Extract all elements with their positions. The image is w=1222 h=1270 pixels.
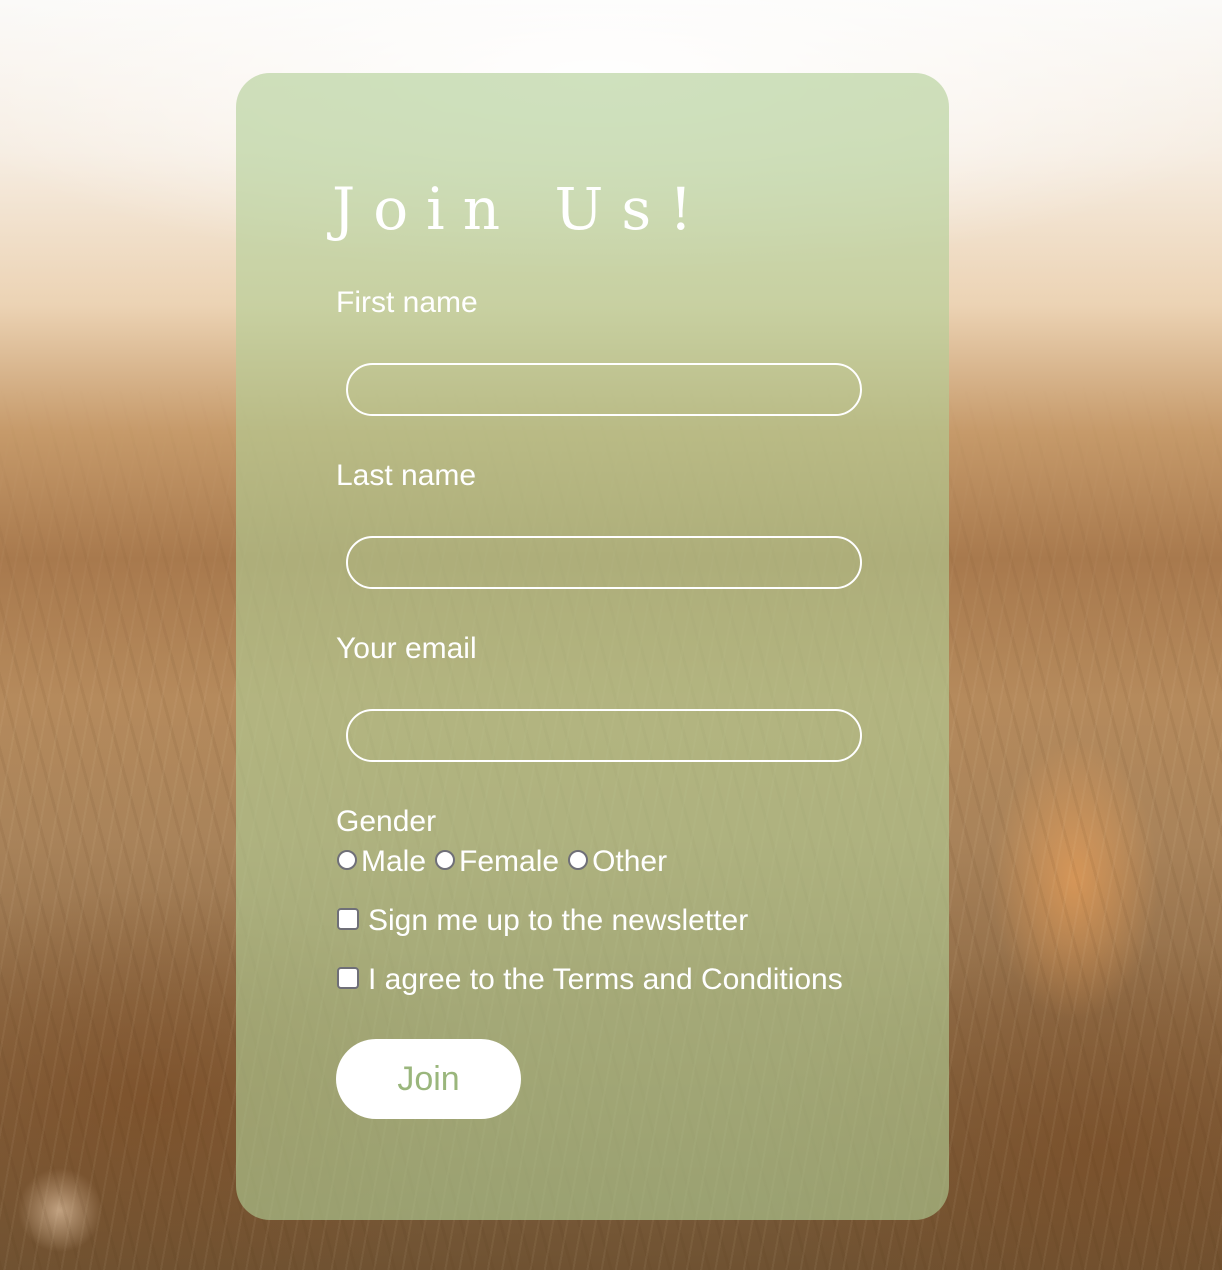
form-title: Join Us!	[332, 175, 711, 243]
newsletter-row: Sign me up to the newsletter	[336, 901, 756, 941]
gender-radio-group: Male Female Other	[336, 842, 675, 882]
newsletter-checkbox[interactable]	[337, 908, 359, 930]
terms-row: I agree to the Terms and Conditions	[336, 960, 851, 1000]
signup-form: Join Us! First name Last name Your email…	[332, 73, 949, 1220]
last-name-input[interactable]	[346, 536, 862, 589]
join-button[interactable]: Join	[336, 1039, 521, 1119]
gender-other-label[interactable]: Other	[592, 844, 667, 880]
first-name-label: First name	[336, 286, 478, 319]
email-label: Your email	[336, 632, 477, 665]
email-input[interactable]	[346, 709, 862, 762]
first-name-input[interactable]	[346, 363, 862, 416]
last-name-label: Last name	[336, 459, 477, 492]
newsletter-label[interactable]: Sign me up to the newsletter	[368, 903, 748, 939]
gender-label: Gender	[336, 805, 437, 838]
terms-label[interactable]: I agree to the Terms and Conditions	[368, 962, 843, 998]
signup-card: Join Us! First name Last name Your email…	[236, 73, 949, 1220]
gender-other-radio[interactable]	[568, 850, 589, 870]
gender-male-radio[interactable]	[337, 850, 357, 870]
gender-female-label[interactable]: Female	[459, 844, 559, 880]
gender-female-radio[interactable]	[435, 850, 456, 870]
gender-male-label[interactable]: Male	[361, 844, 426, 880]
terms-checkbox[interactable]	[337, 967, 359, 989]
